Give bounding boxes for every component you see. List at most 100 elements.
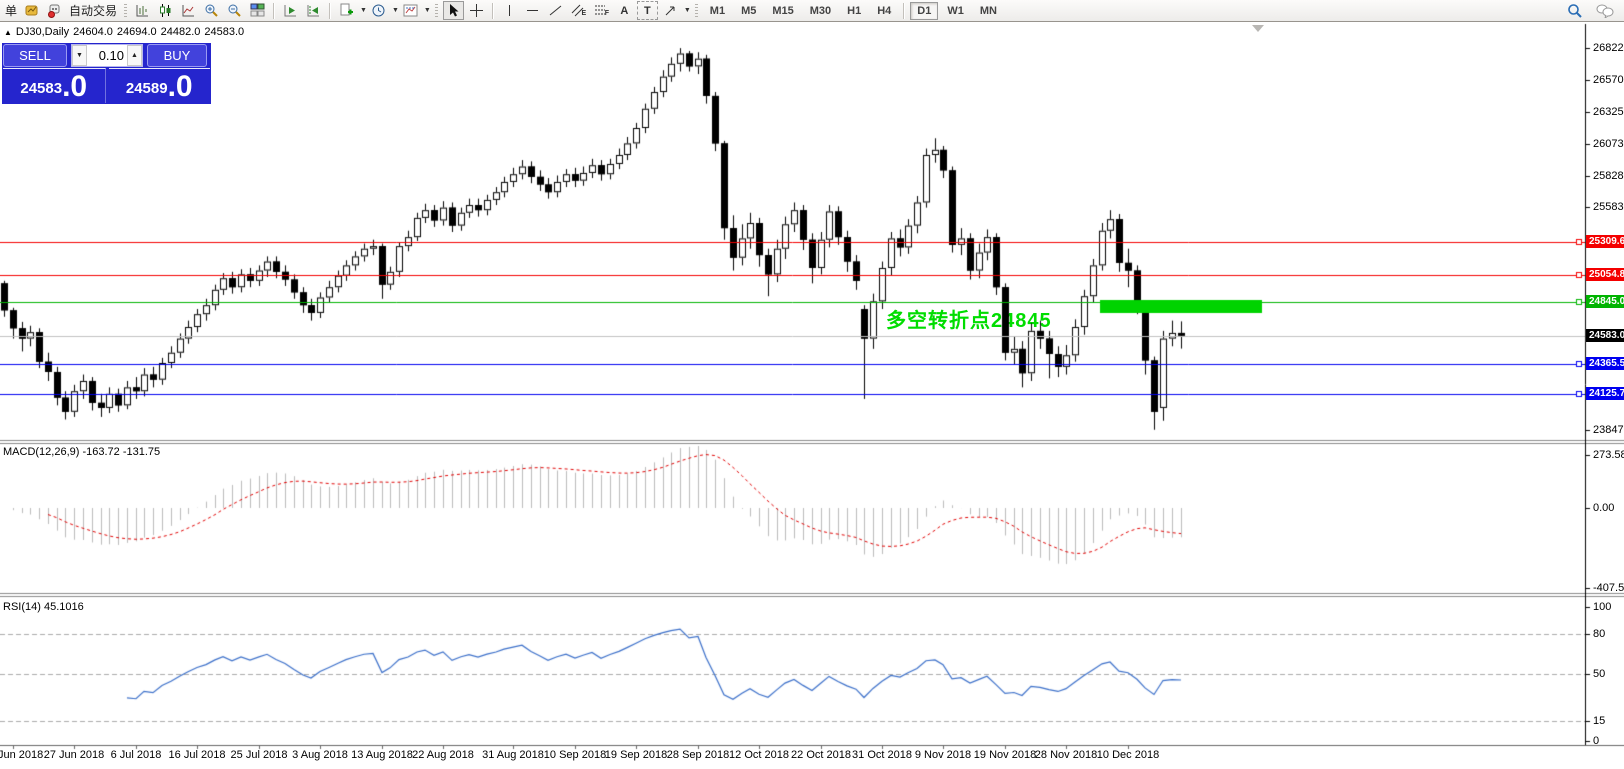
price-tag: 24365.5 [1586, 357, 1624, 370]
autotrading-icon[interactable] [44, 1, 65, 20]
auto-scroll-button[interactable] [280, 1, 301, 20]
sell-price-main: 24583 [20, 76, 62, 102]
date-label: 3 Aug 2018 [292, 749, 348, 761]
date-label: 10 Sep 2018 [544, 749, 606, 761]
timeframe-mn[interactable]: MN [973, 2, 1004, 20]
timeframe-m1[interactable]: M1 [703, 2, 732, 20]
sell-button[interactable]: SELL [3, 44, 67, 67]
toolbar: 单 自动交易 ▼ ▼ ▼ [0, 0, 1624, 22]
candlestick-chart-button[interactable] [155, 1, 176, 20]
label-glyph: T [644, 5, 651, 17]
timeframe-w1[interactable]: W1 [940, 2, 971, 20]
ohlc-open: 24604.0 [73, 26, 113, 38]
fibonacci-glyph: F [605, 10, 609, 17]
buy-price-main: 24589 [126, 76, 168, 102]
toolbar-grip[interactable] [124, 4, 127, 18]
sell-price[interactable]: 24583.0 [3, 68, 106, 103]
macd-values: -163.72 -131.75 [82, 446, 160, 458]
templates-caret[interactable]: ▼ [424, 7, 431, 14]
price-tick-label: 26325.0 [1593, 106, 1624, 118]
date-label: 22 Oct 2018 [791, 749, 851, 761]
buy-price-frac: .0 [168, 72, 193, 102]
collapse-panel-icon[interactable]: ▲ [4, 28, 12, 37]
chart-shift-button[interactable] [303, 1, 324, 20]
macd-tick-label: -407.52 [1593, 582, 1624, 594]
timeframe-h4[interactable]: H4 [870, 2, 898, 20]
macd-tick-label: 0.00 [1593, 502, 1614, 514]
date-label: 25 Jul 2018 [231, 749, 288, 761]
date-label: 31 Aug 2018 [482, 749, 544, 761]
current-price-tag: 24583.0 [1586, 329, 1624, 342]
rsi-value: 45.1016 [44, 601, 84, 613]
add-indicator-button[interactable] [336, 1, 357, 20]
search-icon[interactable] [1564, 1, 1585, 20]
date-label: 19 Nov 2018 [974, 749, 1036, 761]
periods-button[interactable] [368, 1, 389, 20]
rsi-tick-label: 15 [1593, 715, 1605, 727]
price-tag: 24125.7 [1586, 387, 1624, 400]
volume-input[interactable] [87, 45, 127, 66]
market-watch-icon[interactable] [21, 1, 42, 20]
timeframe-h1[interactable]: H1 [840, 2, 868, 20]
text-tool[interactable]: A [614, 1, 635, 20]
price-tag: 25309.6 [1586, 235, 1624, 248]
toolbar-grip[interactable] [435, 4, 438, 18]
one-click-trading-panel: SELL ▼ ▲ BUY 24583.0 24589.0 [2, 43, 211, 104]
chat-icon[interactable] [1594, 1, 1615, 20]
timeframe-d1[interactable]: D1 [910, 2, 938, 20]
buy-price[interactable]: 24589.0 [109, 68, 211, 103]
macd-tick-label: 273.58 [1593, 449, 1624, 461]
arrows-tool[interactable] [660, 1, 681, 20]
arrows-caret[interactable]: ▼ [684, 7, 691, 14]
ohlc-close: 24583.0 [204, 26, 244, 38]
chart-canvas[interactable] [0, 0, 1624, 769]
bar-chart-button[interactable] [132, 1, 153, 20]
fibonacci-tool[interactable]: F [591, 1, 612, 20]
new-order-button[interactable]: 单 [5, 2, 17, 19]
timeframe-m5[interactable]: M5 [734, 2, 763, 20]
tile-windows-button[interactable] [247, 1, 268, 20]
channel-glyph: E [582, 10, 587, 17]
toolbar-separator [903, 3, 905, 19]
price-tag: 24845.0 [1586, 295, 1624, 308]
timeframe-bar: M1M5M15M30H1H4 D1W1MN [702, 2, 1005, 20]
autotrading-label[interactable]: 自动交易 [69, 2, 117, 19]
line-chart-button[interactable] [178, 1, 199, 20]
rsi-label: RSI(14) 45.1016 [3, 601, 84, 613]
date-label: 6 Jul 2018 [111, 749, 162, 761]
date-label: 12 Oct 2018 [729, 749, 789, 761]
timeframe-m15[interactable]: M15 [765, 2, 800, 20]
text-label-tool[interactable]: T [637, 1, 658, 20]
volume-decrease-button[interactable]: ▼ [72, 45, 87, 66]
buy-button[interactable]: BUY [147, 44, 207, 67]
vertical-line-tool[interactable] [499, 1, 520, 20]
date-label: 18 Jun 2018 [0, 749, 43, 761]
symbol-name: DJ30,Daily [16, 26, 69, 38]
ohlc-high: 24694.0 [117, 26, 157, 38]
zoom-out-button[interactable] [224, 1, 245, 20]
add-indicator-caret[interactable]: ▼ [360, 7, 367, 14]
chart-shift-marker-icon[interactable] [1252, 25, 1264, 32]
volume-increase-button[interactable]: ▲ [127, 45, 142, 66]
rsi-tick-label: 100 [1593, 601, 1611, 613]
date-label: 13 Aug 2018 [351, 749, 413, 761]
text-glyph: A [620, 5, 628, 17]
zoom-in-button[interactable] [201, 1, 222, 20]
periods-caret[interactable]: ▼ [392, 7, 399, 14]
toolbar-separator [329, 3, 331, 19]
horizontal-line-tool[interactable] [522, 1, 543, 20]
symbol-header: ▲ DJ30,Daily 24604.0 24694.0 24482.024583.0 [4, 26, 248, 38]
toolbar-separator [492, 3, 494, 19]
ohlc-low: 24482.0 [161, 26, 201, 38]
date-label: 28 Sep 2018 [667, 749, 729, 761]
cursor-tool-button[interactable] [443, 1, 464, 20]
timeframe-m30[interactable]: M30 [803, 2, 838, 20]
equidistant-channel-tool[interactable]: E [568, 1, 589, 20]
date-label: 31 Oct 2018 [852, 749, 912, 761]
toolbar-grip[interactable] [695, 4, 698, 18]
crosshair-tool-button[interactable] [466, 1, 487, 20]
templates-button[interactable] [400, 1, 421, 20]
toolbar-separator [273, 3, 275, 19]
trendline-tool[interactable] [545, 1, 566, 20]
volume-stepper: ▼ ▲ [71, 44, 143, 67]
